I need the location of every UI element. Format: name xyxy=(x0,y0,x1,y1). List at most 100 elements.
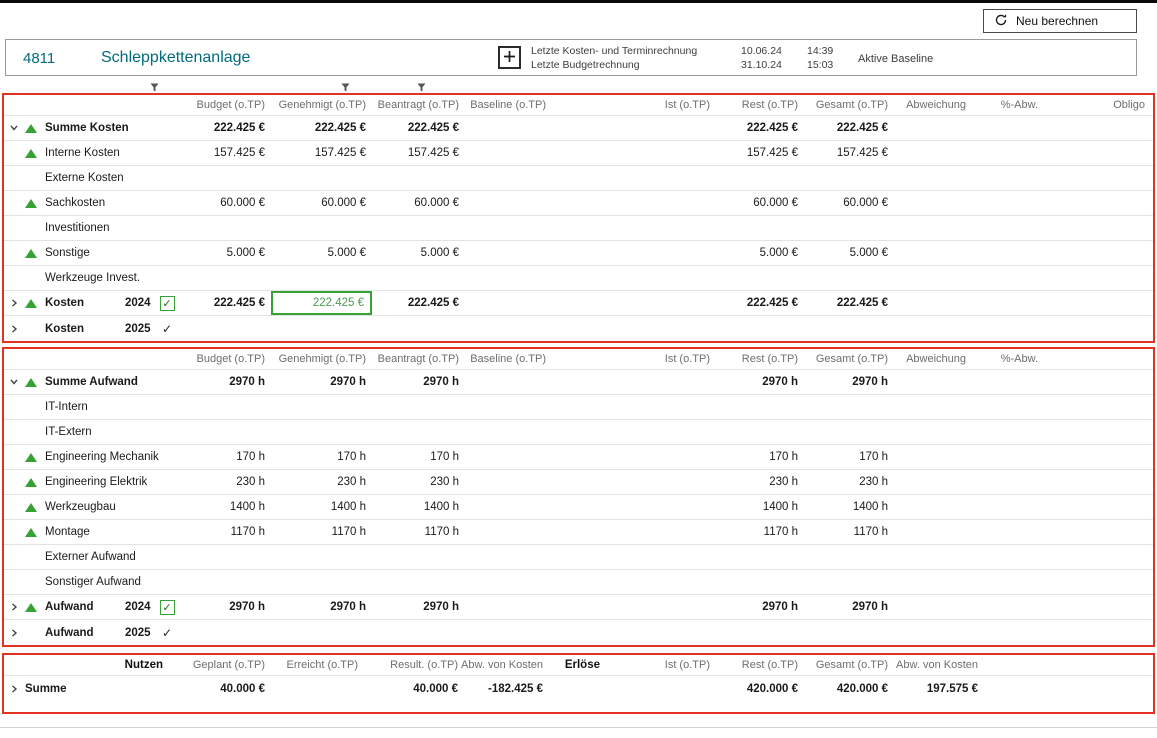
column-header-abweichung[interactable]: Abweichung xyxy=(894,95,972,115)
value-cell[interactable] xyxy=(465,495,552,519)
value-cell[interactable] xyxy=(372,216,465,240)
column-header-abw-von-kosten[interactable]: Abw. von Kosten xyxy=(894,655,984,675)
column-header-genehmigt-o-tp[interactable]: Genehmigt (o.TP) xyxy=(271,95,372,115)
value-cell[interactable] xyxy=(465,570,552,594)
value-cell[interactable] xyxy=(972,395,1044,419)
value-cell[interactable] xyxy=(894,191,972,215)
kosten-row-investitionen[interactable]: Investitionen xyxy=(4,216,1153,241)
value-cell[interactable] xyxy=(716,216,804,240)
value-cell[interactable]: 2970 h xyxy=(804,595,894,619)
column-header[interactable] xyxy=(4,349,179,369)
value-cell[interactable] xyxy=(804,620,894,645)
value-cell[interactable]: 420.000 € xyxy=(804,676,894,701)
value-cell[interactable] xyxy=(716,420,804,444)
value-cell[interactable] xyxy=(271,570,372,594)
value-cell[interactable]: 157.425 € xyxy=(716,141,804,165)
column-header-baseline-o-tp[interactable]: Baseline (o.TP) xyxy=(465,349,552,369)
checkmark-icon[interactable]: ✓ xyxy=(162,626,172,640)
value-cell[interactable]: 170 h xyxy=(804,445,894,469)
value-cell[interactable] xyxy=(1044,191,1151,215)
value-cell[interactable] xyxy=(894,595,972,619)
value-cell[interactable] xyxy=(465,166,552,190)
expand-chevron-icon[interactable] xyxy=(9,298,25,308)
value-cell[interactable] xyxy=(465,520,552,544)
value-cell[interactable]: 222.425 € xyxy=(179,116,271,140)
column-header-obligo[interactable]: Obligo xyxy=(1044,95,1151,115)
value-cell[interactable]: 60.000 € xyxy=(179,191,271,215)
value-cell[interactable] xyxy=(972,316,1044,341)
value-cell[interactable] xyxy=(894,116,972,140)
value-cell[interactable] xyxy=(894,316,972,341)
value-cell[interactable]: 230 h xyxy=(271,470,372,494)
value-cell[interactable] xyxy=(972,470,1044,494)
value-cell[interactable] xyxy=(552,370,716,394)
aufwand-row-it-intern[interactable]: IT-Intern xyxy=(4,395,1153,420)
column-header-ist-o-tp[interactable]: Ist (o.TP) xyxy=(606,655,716,675)
column-header-abw[interactable]: %-Abw. xyxy=(972,349,1044,369)
value-cell[interactable] xyxy=(804,395,894,419)
value-cell[interactable]: 222.425 € xyxy=(716,291,804,315)
value-cell[interactable] xyxy=(465,291,552,315)
value-cell[interactable] xyxy=(179,570,271,594)
value-cell[interactable] xyxy=(552,116,716,140)
expand-chevron-icon[interactable] xyxy=(9,628,25,638)
value-cell[interactable] xyxy=(804,316,894,341)
value-cell[interactable] xyxy=(972,216,1044,240)
value-cell[interactable] xyxy=(271,166,372,190)
column-header-beantragt-o-tp[interactable]: Beantragt (o.TP) xyxy=(372,95,465,115)
value-cell[interactable] xyxy=(894,520,972,544)
value-cell[interactable] xyxy=(894,241,972,265)
value-cell[interactable] xyxy=(465,266,552,290)
value-cell[interactable] xyxy=(552,395,716,419)
column-header-abw-von-kosten[interactable]: Abw. von Kosten xyxy=(464,655,549,675)
column-header[interactable]: Nutzen xyxy=(4,655,169,675)
column-header-result-o-tp[interactable]: Result. (o.TP) xyxy=(364,655,464,675)
value-cell[interactable] xyxy=(465,116,552,140)
expand-chevron-icon[interactable] xyxy=(9,602,25,612)
value-cell[interactable] xyxy=(465,141,552,165)
value-cell[interactable]: 60.000 € xyxy=(804,191,894,215)
column-header-erl-se[interactable]: Erlöse xyxy=(549,655,606,675)
value-cell[interactable] xyxy=(894,141,972,165)
value-cell[interactable] xyxy=(552,620,716,645)
column-header-gesamt-o-tp[interactable]: Gesamt (o.TP) xyxy=(804,349,894,369)
add-button[interactable] xyxy=(498,46,521,69)
column-header-abw[interactable]: %-Abw. xyxy=(972,95,1044,115)
value-cell[interactable] xyxy=(552,545,716,569)
value-cell[interactable]: 1170 h xyxy=(372,520,465,544)
value-cell[interactable]: 2970 h xyxy=(716,370,804,394)
value-cell[interactable] xyxy=(271,545,372,569)
value-cell[interactable]: 230 h xyxy=(804,470,894,494)
value-cell[interactable]: 60.000 € xyxy=(716,191,804,215)
value-cell[interactable] xyxy=(1044,216,1151,240)
value-cell[interactable]: 2970 h xyxy=(372,595,465,619)
value-cell[interactable] xyxy=(894,495,972,519)
value-cell[interactable]: 230 h xyxy=(716,470,804,494)
expand-chevron-icon[interactable] xyxy=(9,684,25,694)
column-header-gesamt-o-tp[interactable]: Gesamt (o.TP) xyxy=(804,95,894,115)
value-cell[interactable] xyxy=(1044,316,1151,341)
value-cell[interactable] xyxy=(894,620,972,645)
year-checkbox[interactable]: ✓ xyxy=(160,600,175,615)
value-cell[interactable] xyxy=(1044,166,1151,190)
aufwand-row-aufwand-2024[interactable]: Aufwand2024✓2970 h2970 h2970 h2970 h2970… xyxy=(4,595,1153,620)
value-cell[interactable] xyxy=(552,470,716,494)
value-cell[interactable]: 2970 h xyxy=(179,370,271,394)
kosten-row-externe-kosten[interactable]: Externe Kosten xyxy=(4,166,1153,191)
value-cell[interactable] xyxy=(606,676,716,701)
value-cell[interactable] xyxy=(465,545,552,569)
value-cell[interactable] xyxy=(465,620,552,645)
value-cell[interactable]: 1170 h xyxy=(804,520,894,544)
value-cell[interactable] xyxy=(894,420,972,444)
value-cell[interactable] xyxy=(372,166,465,190)
value-cell[interactable] xyxy=(271,216,372,240)
aufwand-row-aufwand-2025[interactable]: Aufwand2025✓ xyxy=(4,620,1153,645)
value-cell[interactable]: 2970 h xyxy=(179,595,271,619)
value-cell[interactable] xyxy=(972,191,1044,215)
aufwand-row-sonstiger-aufwand[interactable]: Sonstiger Aufwand xyxy=(4,570,1153,595)
value-cell[interactable] xyxy=(894,370,972,394)
value-cell[interactable]: 1400 h xyxy=(716,495,804,519)
value-cell[interactable]: 5.000 € xyxy=(372,241,465,265)
kosten-row-werkzeuge-invest[interactable]: Werkzeuge Invest. xyxy=(4,266,1153,291)
value-cell[interactable] xyxy=(552,420,716,444)
